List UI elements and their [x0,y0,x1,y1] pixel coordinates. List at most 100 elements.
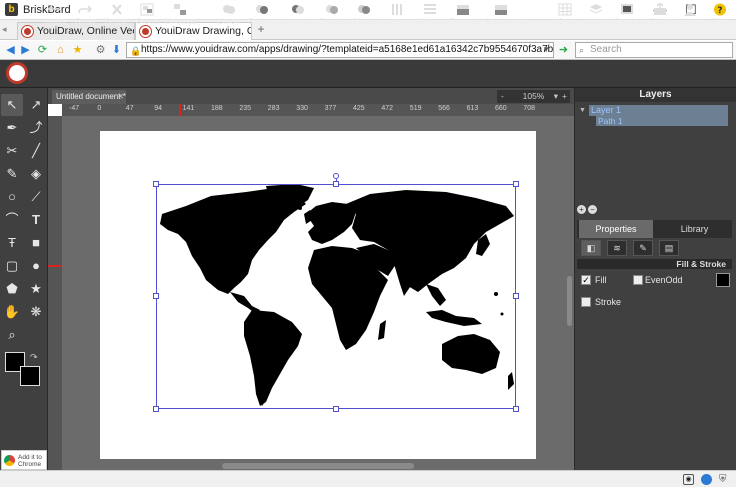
node-edit-tool-icon[interactable]: ⤴ [25,117,47,139]
navigation-bar: ◀ ▶ ⟳ ⌂ ★ ⚙ ⬇ 🔒 https://www.youidraw.com… [0,41,736,60]
ruler-tick-label: 141 [182,105,195,112]
rectangle-tool-icon[interactable]: ■ [25,232,47,254]
divide-button[interactable]: Divide [352,0,376,28]
zoom-dropdown-icon[interactable]: ▾ [554,90,558,103]
resize-handle-ne[interactable] [513,181,519,187]
resize-handle-s[interactable] [333,406,339,412]
briskbard-logo-icon: b [5,3,18,16]
hand-tool-icon[interactable]: ✋ [1,301,23,323]
knife-tool-icon[interactable]: ╱ [25,140,47,162]
add-to-chrome-badge[interactable]: Add it to Chrome [1,450,47,470]
align-vertical-button[interactable]: Vertical [417,0,445,28]
vertical-scrollbar[interactable] [567,276,572,326]
ungroup-button[interactable]: Ungroup [165,0,198,28]
search-input[interactable]: ⌕ Search [575,42,733,58]
document-tab-icon[interactable]: ▤ [659,240,679,256]
crop-tool-icon[interactable]: ✂ [1,140,23,162]
evenodd-checkbox[interactable] [633,275,643,285]
address-dropdown-icon[interactable]: ▼ [542,43,550,57]
badge-line2: Chrome [18,461,42,468]
rounded-rect-tool-icon[interactable]: ▢ [1,255,23,277]
address-input[interactable]: 🔒 https://www.youidraw.com/apps/drawing/… [126,42,554,58]
ellipse-outline-tool-icon[interactable]: ○ [1,186,23,208]
close-document-icon[interactable]: ✕ [117,90,124,104]
divide-icon [358,5,370,14]
zoom-value[interactable]: 105% [523,91,545,101]
tab-library[interactable]: Library [657,220,732,238]
layers-tab-icon[interactable]: ≋ [607,240,627,256]
back-icon[interactable]: ◀ [4,43,17,57]
reload-icon[interactable]: ⟳ [36,43,49,57]
download-icon[interactable]: ⬇ [110,43,123,57]
polygon-tool-icon[interactable]: ⬟ [1,278,23,300]
subtract-button[interactable]: Subtract [248,0,280,28]
intersect-button[interactable]: Intersect [283,0,316,28]
user-button[interactable]: User [680,0,700,28]
stroke-color-swatch[interactable] [20,366,40,386]
circle-tool-icon[interactable]: ● [25,255,47,277]
text-path-tool-icon[interactable]: Ŧ [1,232,23,254]
export-button[interactable]: Export [648,0,673,28]
bring-forward-button[interactable]: Forward [449,0,480,28]
fill-stroke-tab-icon[interactable]: ◧ [581,240,601,256]
zoom-tool-icon[interactable]: ⌕ [1,324,23,346]
rotate-handle[interactable] [333,173,339,179]
resize-handle-sw[interactable] [153,406,159,412]
youidraw-logo-icon[interactable] [6,62,28,84]
horizontal-scrollbar[interactable] [222,463,414,469]
swap-colors-icon[interactable]: ↷ [30,352,38,363]
privacy-icon[interactable]: ◉ [683,474,694,485]
delete-button[interactable]: Delete [103,0,131,28]
text-tool-icon[interactable]: T [25,209,47,231]
globe-icon[interactable] [701,474,712,485]
intersect-icon [292,5,304,14]
resize-handle-nw[interactable] [153,181,159,187]
settings-gear-icon[interactable]: ⚙ [94,43,107,57]
arc-tool-icon[interactable]: ⌒ [1,209,23,231]
home-icon[interactable]: ⌂ [54,43,67,57]
redo-button[interactable]: Redo [72,0,98,28]
expand-triangle-icon[interactable]: ▼ [579,107,586,114]
go-icon[interactable]: ➜ [557,43,570,57]
send-backward-button[interactable]: Backward [485,0,522,28]
pen-tool-icon[interactable]: ✒ [1,117,23,139]
star-tool-icon[interactable]: ★ [25,278,47,300]
fill-color-picker[interactable] [716,273,730,287]
stroke-checkbox[interactable] [581,297,591,307]
forward-icon[interactable]: ▶ [19,43,32,57]
undo-button[interactable]: Undo [42,0,68,28]
lock-icon: 🔒 [130,46,142,56]
zoom-in-button[interactable]: + [562,90,567,103]
group-button[interactable]: Group [135,0,159,28]
layer-item[interactable]: Layer 1 [589,105,728,116]
resize-handle-n[interactable] [333,181,339,187]
resize-handle-w[interactable] [153,293,159,299]
remove-layer-icon[interactable]: − [588,205,597,214]
shapes-tool-icon[interactable]: ❋ [25,301,47,323]
document-tab[interactable]: Untitled document * ✕ [52,90,126,104]
resize-handle-se[interactable] [513,406,519,412]
align-horizontal-button[interactable]: Horizontal [381,0,419,28]
bookmark-star-icon[interactable]: ★ [71,43,84,57]
grid-button[interactable]: Grid [555,0,575,28]
union-button[interactable]: Union [217,0,241,28]
zoom-out-button[interactable]: - [501,90,504,103]
layer-button[interactable]: Layer [585,0,607,28]
exclude-button[interactable]: Exclude [319,0,349,28]
line-tool-icon[interactable]: ⟋ [25,186,47,208]
tab-properties[interactable]: Properties [579,220,653,238]
brush-tab-icon[interactable]: ✎ [633,240,653,256]
layers-panel-title: Layers [575,88,736,102]
add-layer-icon[interactable]: + [577,205,586,214]
tips-button[interactable]: ? Tips [710,0,730,28]
preview-button[interactable]: Preview [614,0,644,28]
resize-handle-e[interactable] [513,293,519,299]
security-shield-icon[interactable]: ⛨ [719,474,730,485]
tab-list-icon[interactable]: ◂ [2,24,14,36]
path-item[interactable]: Path 1 [596,116,728,126]
pencil-tool-icon[interactable]: ✎ [1,163,23,185]
select-tool-icon[interactable]: ↖ [1,94,23,116]
fill-checkbox[interactable]: ✓ [581,275,591,285]
eraser-tool-icon[interactable]: ◈ [25,163,47,185]
node-select-tool-icon[interactable]: ↗ [25,94,47,116]
